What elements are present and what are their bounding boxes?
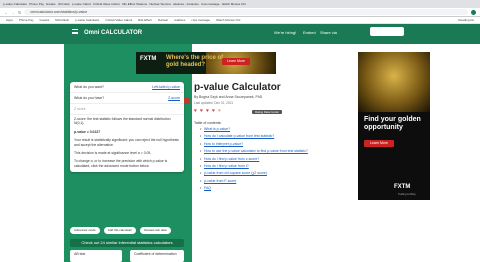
bookmark-item[interactable]: Apps xyxy=(6,18,13,22)
right-ad-headline: Find your golden opportunity xyxy=(364,116,421,131)
related-card-ab-test[interactable]: AB test xyxy=(70,250,122,262)
bookmark-item[interactable]: Rife Effect xyxy=(138,18,152,22)
calculator-actions: Advanced mode Add this calculator Reload… xyxy=(70,227,171,234)
page-title: p-value Calculator xyxy=(194,82,281,93)
nav-share[interactable]: Share via xyxy=(320,30,337,35)
rating-badge: Rating Data Center reviewed xyxy=(252,110,282,118)
browser-tab[interactable]: Critical Value Calcul xyxy=(93,2,120,6)
bookmark-item[interactable]: McCulloch xyxy=(55,18,69,22)
reload-button[interactable]: Reload calc data xyxy=(140,227,171,234)
reading-list[interactable]: Reading list xyxy=(458,18,474,22)
distribution-note: Z-score: the test statistic follows the … xyxy=(74,117,171,126)
toc-item[interactable]: How do I find p-value from t? xyxy=(200,164,308,171)
zscore-input[interactable]: Z score xyxy=(70,104,184,115)
bookmark-item[interactable]: r.lua message xyxy=(191,18,210,22)
related-card-coefficient[interactable]: Coefficient of determination xyxy=(130,250,184,262)
table-of-contents: What is p-value? How do I calculate p-va… xyxy=(200,127,308,194)
have-label: What do you have? xyxy=(74,96,105,100)
browser-tab[interactable]: Nuclear Summa xyxy=(149,2,171,6)
toc-item[interactable]: What is p-value? xyxy=(200,127,308,134)
bookmark-item[interactable]: relatives xyxy=(174,18,185,22)
alpha-note: This decision is made at significance le… xyxy=(74,151,152,156)
significance-note: Your result is statistically significant… xyxy=(74,138,179,147)
bookmark-item[interactable]: Greeks xyxy=(40,18,50,22)
p-value-result: p-value = 0.0227 xyxy=(74,129,101,134)
bookmark-item[interactable]: p-value Calculator xyxy=(75,18,99,22)
toc-item[interactable]: FAQ xyxy=(200,186,308,193)
menu-icon[interactable] xyxy=(72,29,78,34)
address-bar-row: ← → ↻ omnicalculator.com/statistics/p-va… xyxy=(0,8,480,17)
browser-tab[interactable]: Rife Effect Stateme xyxy=(122,2,148,6)
toc-item[interactable]: p-value from chi-square score (χ2 score) xyxy=(200,171,308,178)
browser-tab[interactable]: Greeks xyxy=(46,2,56,6)
forward-icon[interactable]: → xyxy=(11,10,15,15)
browser-tab[interactable]: relatives - Instantes xyxy=(173,2,199,6)
have-select[interactable]: Z-score xyxy=(168,96,180,100)
toc-item[interactable]: How do I calculate p-value from test sta… xyxy=(200,134,308,141)
nav-embed[interactable]: Embed xyxy=(303,30,316,35)
toc-title: Table of contents: xyxy=(194,121,222,125)
right-ad-banner[interactable]: Find your golden opportunity Learn More … xyxy=(358,52,430,200)
site-header xyxy=(0,24,480,44)
want-row: What do you want? Left-tailed p-value xyxy=(70,82,184,93)
similar-calculators-banner[interactable]: Check out 24 similar inferential statist… xyxy=(70,239,184,247)
heart-icon[interactable]: ♥ xyxy=(194,109,199,114)
profile-icon[interactable] xyxy=(471,9,476,15)
feedback-icon[interactable] xyxy=(184,98,190,104)
ad-logo: FXTM xyxy=(140,56,157,62)
toc-item[interactable]: How do I find p-value from z-score? xyxy=(200,157,308,164)
byline: By Bogna Szyk and Anna Szczepanek, PhD xyxy=(194,95,263,99)
browser-tab[interactable]: p-value Calculator xyxy=(3,2,27,6)
browser-tab[interactable]: r.lua message xyxy=(201,2,220,6)
bookmarks-bar: Apps Phone Pay Greeks McCulloch p-value … xyxy=(0,17,480,24)
site-logo[interactable]: Omni CALCULATOR xyxy=(84,30,142,36)
browser-tab[interactable]: McCulloc xyxy=(58,2,70,6)
top-ad-banner[interactable]: FXTM Where's the price of gold headed? L… xyxy=(136,52,276,74)
ad-cta-button[interactable]: Learn More xyxy=(222,58,250,65)
heart-icon[interactable]: ♥ xyxy=(206,109,211,114)
calculator-panel: What do you want? Left-tailed p-value Wh… xyxy=(70,82,184,173)
want-label: What do you want? xyxy=(74,85,104,89)
gold-nugget-image xyxy=(358,52,430,112)
url-field[interactable]: omnicalculator.com/statistics/p-value xyxy=(24,9,468,15)
heart-icon[interactable]: ♥ xyxy=(200,109,205,114)
heart-icon[interactable]: ♥ xyxy=(218,109,223,114)
advanced-hint: To change α, or to increase the precisio… xyxy=(74,159,168,168)
nav-hiring[interactable]: We're hiring! xyxy=(274,30,296,35)
right-ad-risk-text: Trading is Risky xyxy=(398,193,416,196)
browser-tab-strip: p-value Calculator Phone Pay Greeks McCu… xyxy=(0,0,480,8)
right-ad-logo: FXTM xyxy=(394,184,411,190)
bookmark-item[interactable]: Watch Movies Onl xyxy=(216,18,240,22)
bookmark-item[interactable]: Phone Pay xyxy=(19,18,34,22)
bookmark-item[interactable]: Critical Value Calcul xyxy=(105,18,132,22)
search-input[interactable] xyxy=(370,27,404,36)
right-ad-cta-button[interactable]: Learn More xyxy=(364,140,394,147)
rating-hearts[interactable]: ♥ ♥ ♥ ♥ ♥ xyxy=(194,109,223,114)
last-updated: Last updated: Dec 01, 2021 xyxy=(194,101,234,105)
add-calculator-button[interactable]: Add this calculator xyxy=(103,227,137,234)
browser-tab[interactable]: Phone Pay xyxy=(29,2,44,6)
toc-item[interactable]: How to interpret p-value? xyxy=(200,142,308,149)
have-row: What do you have? Z-score xyxy=(70,93,184,104)
toc-item[interactable]: p-value from F-score xyxy=(200,179,308,186)
want-select[interactable]: Left-tailed p-value xyxy=(152,85,180,89)
advanced-mode-button[interactable]: Advanced mode xyxy=(70,227,100,234)
browser-tab[interactable]: Watch Movies Onl xyxy=(222,2,246,6)
bookmark-item[interactable]: Nuclear xyxy=(158,18,168,22)
reload-icon[interactable]: ↻ xyxy=(18,10,21,15)
back-icon[interactable]: ← xyxy=(4,10,8,15)
heart-icon[interactable]: ♥ xyxy=(212,109,217,114)
toc-item[interactable]: How to use the p-value calculator to fin… xyxy=(200,149,308,156)
browser-tab[interactable]: p-value Calcul xyxy=(72,2,91,6)
